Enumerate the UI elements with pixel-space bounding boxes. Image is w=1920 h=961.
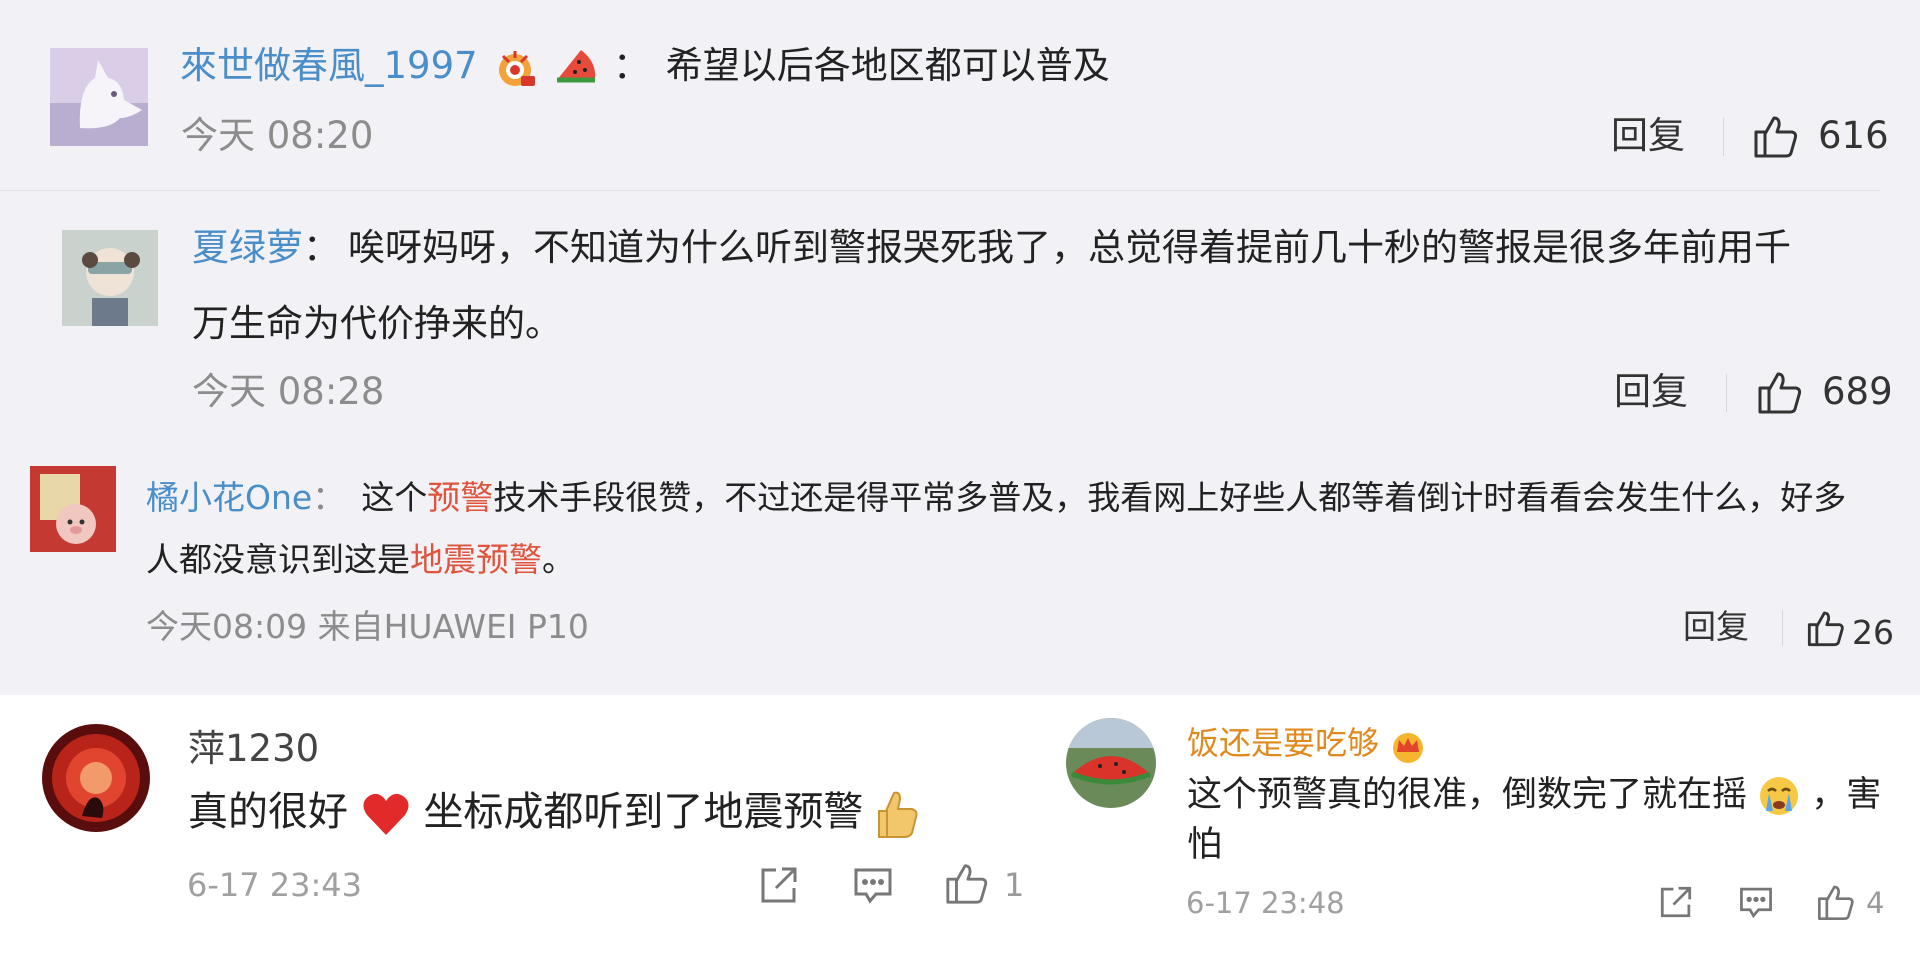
action-divider (1726, 374, 1727, 412)
share-icon[interactable] (1658, 884, 1694, 920)
comment-text: 希望以后各地区都可以普及 (665, 44, 1110, 87)
comment-separator: ： (312, 478, 346, 517)
comment-text: 这个 (361, 478, 428, 517)
comment-text: 人都没意识到这是 (146, 540, 410, 579)
badge-emoji-icon (495, 46, 539, 90)
reply-button[interactable]: 回复 (1683, 604, 1749, 650)
like-count: 4 (1866, 886, 1885, 920)
action-divider (1782, 610, 1783, 646)
avatar[interactable] (62, 230, 158, 326)
comment-time: 6-17 23:48 (1186, 886, 1345, 920)
comment-text: 这个预警真的很准，倒数完了就在摇 (1187, 775, 1748, 815)
comment-time: 今天08:09 来自HUAWEI P10 (146, 607, 589, 646)
thumbs-up-icon[interactable] (1756, 368, 1804, 416)
comment-icon[interactable] (1738, 884, 1774, 920)
comment-text: 真的很好 (188, 789, 348, 835)
avatar[interactable] (1066, 718, 1156, 808)
username-link[interactable]: 來世做春風_1997 (180, 44, 478, 87)
comment-time: 6-17 23:43 (187, 866, 363, 904)
avatar[interactable] (30, 466, 116, 552)
username-link[interactable]: 饭还是要吃够 (1187, 724, 1379, 762)
comment-text: 技术手段很赞，不过还是得平常多普及，我看网上好些人都等着倒计时看看会发生什么，好… (493, 478, 1847, 517)
comment-text: 怕 (1187, 825, 1223, 865)
reply-button[interactable]: 回复 (1611, 112, 1685, 160)
comment-text: 唉呀妈呀，不知道为什么听到警报哭死我了，总觉得着提前几十秒的警报是很多年前用千 (348, 226, 1791, 269)
comment-icon[interactable] (852, 864, 894, 906)
reply-button[interactable]: 回复 (1614, 368, 1688, 416)
watermelon-emoji-icon (551, 46, 601, 90)
like-count: 26 (1852, 613, 1894, 652)
comment-time: 今天 08:20 (181, 114, 374, 157)
thumbs-up-emoji-icon (876, 789, 920, 839)
avatar[interactable] (42, 724, 150, 832)
heart-emoji-icon (361, 791, 411, 837)
divider (0, 190, 1880, 191)
like-count: 616 (1818, 114, 1889, 157)
comment-text: 。 (542, 540, 575, 579)
thumbs-up-icon[interactable] (1752, 112, 1800, 160)
highlight-keyword-link[interactable]: 地震预警 (410, 540, 542, 579)
like-count: 689 (1822, 370, 1893, 413)
share-icon[interactable] (758, 864, 800, 906)
comment-text: 坐标成都听到了地震预警 (423, 789, 864, 835)
crying-emoji-icon (1758, 775, 1800, 817)
comment-time: 今天 08:28 (192, 370, 385, 413)
username-link[interactable]: 橘小花One (146, 478, 312, 517)
action-divider (1723, 118, 1724, 156)
comment-separator: ： (612, 44, 650, 87)
avatar[interactable] (50, 48, 148, 146)
thumbs-up-icon[interactable] (1806, 608, 1846, 648)
crown-icon (1389, 728, 1427, 763)
username-link[interactable]: 萍1230 (188, 724, 319, 774)
comment-text: 万生命为代价挣来的。 (192, 302, 562, 345)
comment-text: ，害 (1811, 775, 1882, 815)
thumbs-up-icon[interactable] (1816, 882, 1856, 922)
like-count: 1 (1004, 866, 1025, 904)
comment-separator: ： (303, 226, 340, 269)
thumbs-up-icon[interactable] (944, 860, 990, 906)
highlight-keyword-link[interactable]: 预警 (427, 478, 493, 517)
username-link[interactable]: 夏绿萝 (192, 226, 303, 269)
